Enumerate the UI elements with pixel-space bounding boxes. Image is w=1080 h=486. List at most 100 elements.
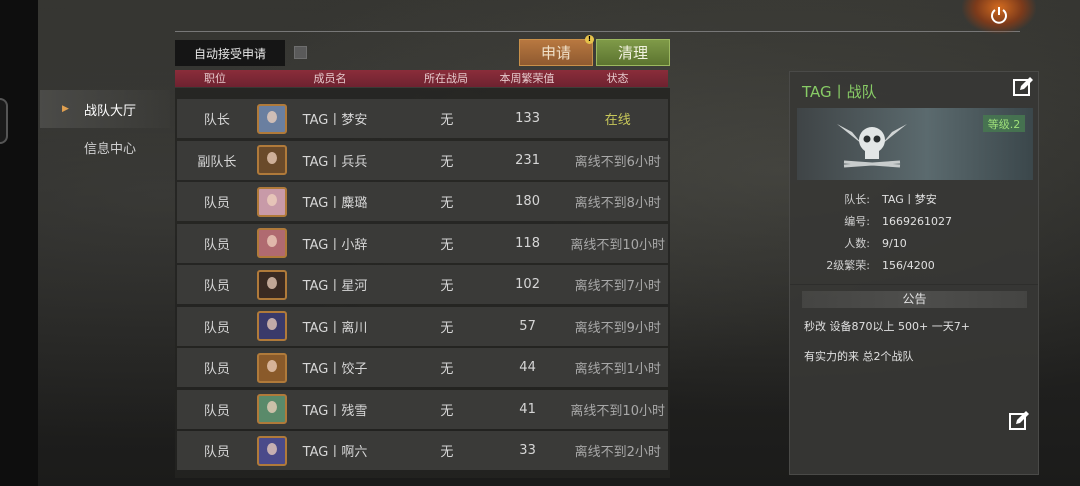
avatar[interactable] <box>256 352 287 383</box>
member-prosperity: 33 <box>519 443 536 458</box>
notice-line: 有实力的来 总2个战队 <box>804 350 914 363</box>
info-row-prosperity: 2级繁荣: 156/4200 <box>800 254 952 276</box>
nav-item-label: 信息中心 <box>84 141 137 157</box>
member-status: 在线 <box>604 113 631 128</box>
power-icon <box>991 7 1007 24</box>
info-value: TAG丨梦安 <box>882 193 937 206</box>
team-level-badge: 等级.2 <box>983 115 1025 132</box>
team-info-list: 队长: TAG丨梦安 编号: 1669261027 人数: 9/10 2级繁荣:… <box>800 188 952 276</box>
member-name-cell: TAG丨星河 <box>256 269 406 300</box>
avatar[interactable] <box>256 145 287 175</box>
side-drawer-handle[interactable] <box>0 98 8 144</box>
member-battle: 无 <box>440 403 454 419</box>
member-name-cell: TAG丨麋璐 <box>256 186 406 217</box>
member-prosperity: 180 <box>515 194 540 209</box>
team-info-panel: TAG丨战队 等级.2 队长: TAG丨梦安 编号: 1669261027 人数… <box>789 71 1039 475</box>
member-name-cell: TAG丨啊六 <box>256 435 406 466</box>
member-status: 离线不到9小时 <box>574 320 661 336</box>
team-title: TAG丨战队 <box>802 83 877 101</box>
member-name-cell: TAG丨残雪 <box>256 394 406 424</box>
member-role: 队员 <box>203 196 230 211</box>
header-battle: 所在战局 <box>424 72 468 85</box>
member-role: 队员 <box>203 320 230 336</box>
member-role: 队员 <box>203 445 230 460</box>
side-nav: ▶ 战队大厅 信息中心 <box>40 90 170 166</box>
member-name-cell: TAG丨小辞 <box>256 228 406 258</box>
member-name: TAG丨兵兵 <box>302 154 368 170</box>
avatar[interactable] <box>256 435 287 466</box>
member-battle: 无 <box>440 196 454 211</box>
member-prosperity: 102 <box>515 277 540 292</box>
info-row-captain: 队长: TAG丨梦安 <box>800 188 952 210</box>
member-battle: 无 <box>440 154 454 170</box>
member-prosperity: 41 <box>519 401 536 417</box>
triangle-right-icon: ▶ <box>62 104 69 114</box>
info-row-members: 人数: 9/10 <box>800 232 952 254</box>
header-member-name: 成员名 <box>313 72 347 85</box>
edit-notice-icon[interactable] <box>1008 410 1030 432</box>
auto-accept-checkbox[interactable] <box>294 46 307 59</box>
member-prosperity: 118 <box>515 235 540 251</box>
member-prosperity: 44 <box>519 360 536 375</box>
table-row[interactable]: 队员 TAG丨星河 无 102 离线不到7小时 <box>177 265 668 304</box>
member-status: 离线不到8小时 <box>574 196 661 211</box>
member-status: 离线不到7小时 <box>574 279 661 294</box>
member-name-cell: TAG丨梦安 <box>256 103 406 134</box>
member-status: 离线不到6小时 <box>574 154 661 170</box>
member-prosperity: 231 <box>515 152 540 168</box>
table-row[interactable]: 队员 TAG丨小辞 无 118 离线不到10小时 <box>177 223 668 263</box>
left-edge-strip <box>0 0 38 486</box>
member-status: 离线不到1小时 <box>574 362 661 377</box>
member-role: 副队长 <box>197 154 237 170</box>
table-row[interactable]: 副队长 TAG丨兵兵 无 231 离线不到6小时 <box>177 140 668 180</box>
member-prosperity: 57 <box>519 318 536 334</box>
notice-line: 秒改 设备870以上 500+ 一天7+ <box>804 320 970 333</box>
clear-button[interactable]: 清理 <box>596 39 670 66</box>
member-battle: 无 <box>440 113 454 128</box>
avatar[interactable] <box>256 228 287 258</box>
info-key: 队长: <box>844 193 870 206</box>
member-status: 离线不到10小时 <box>570 403 665 419</box>
member-battle: 无 <box>440 320 454 336</box>
member-status: 离线不到10小时 <box>570 237 665 253</box>
member-name: TAG丨啊六 <box>302 445 368 460</box>
table-row[interactable]: 队员 TAG丨麋璐 无 180 离线不到8小时 <box>177 182 668 221</box>
member-name: TAG丨残雪 <box>302 403 368 419</box>
avatar[interactable] <box>256 103 287 134</box>
avatar[interactable] <box>256 311 287 341</box>
table-row[interactable]: 队长 TAG丨梦安 无 133 在线 <box>177 99 668 138</box>
member-name: TAG丨梦安 <box>302 113 368 128</box>
member-battle: 无 <box>440 279 454 294</box>
table-row[interactable]: 队员 TAG丨啊六 无 33 离线不到2小时 <box>177 431 668 470</box>
info-key: 2级繁荣: <box>826 259 870 272</box>
member-status: 离线不到2小时 <box>574 445 661 460</box>
info-value: 156/4200 <box>882 258 935 272</box>
member-role: 队员 <box>203 279 230 294</box>
header-divider <box>175 31 1020 32</box>
header-weekly-prosperity: 本周繁荣值 <box>499 72 555 85</box>
power-button[interactable] <box>962 0 1036 34</box>
member-name: TAG丨小辞 <box>302 237 368 253</box>
edit-icon[interactable] <box>1012 76 1034 98</box>
avatar[interactable] <box>256 269 287 300</box>
member-list: 队长 TAG丨梦安无 133 在线 副队长 TAG丨兵兵无 231 离线不到6小时 队员 TAG丨… <box>177 99 668 473</box>
avatar[interactable] <box>256 394 287 424</box>
header-status: 状态 <box>606 72 629 85</box>
member-name-cell: TAG丨饺子 <box>256 352 406 383</box>
info-key: 人数: <box>844 237 870 250</box>
team-banner: 等级.2 <box>797 108 1033 180</box>
avatar[interactable] <box>256 186 287 217</box>
member-battle: 无 <box>440 362 454 377</box>
nav-item-info-center[interactable]: 信息中心 <box>40 128 170 166</box>
table-row[interactable]: 队员 TAG丨饺子 无 44 离线不到1小时 <box>177 348 668 387</box>
skull-emblem-icon <box>837 124 907 168</box>
header-role: 职位 <box>204 72 226 85</box>
info-row-id: 编号: 1669261027 <box>800 210 952 232</box>
member-role: 队员 <box>203 362 230 377</box>
table-row[interactable]: 队员 TAG丨离川 无 57 离线不到9小时 <box>177 306 668 346</box>
info-value: 9/10 <box>882 236 907 250</box>
apply-button[interactable]: 申请 <box>519 39 593 66</box>
table-row[interactable]: 队员 TAG丨残雪 无 41 离线不到10小时 <box>177 389 668 429</box>
member-name-cell: TAG丨离川 <box>256 311 406 341</box>
nav-item-team-hall[interactable]: ▶ 战队大厅 <box>40 90 170 128</box>
